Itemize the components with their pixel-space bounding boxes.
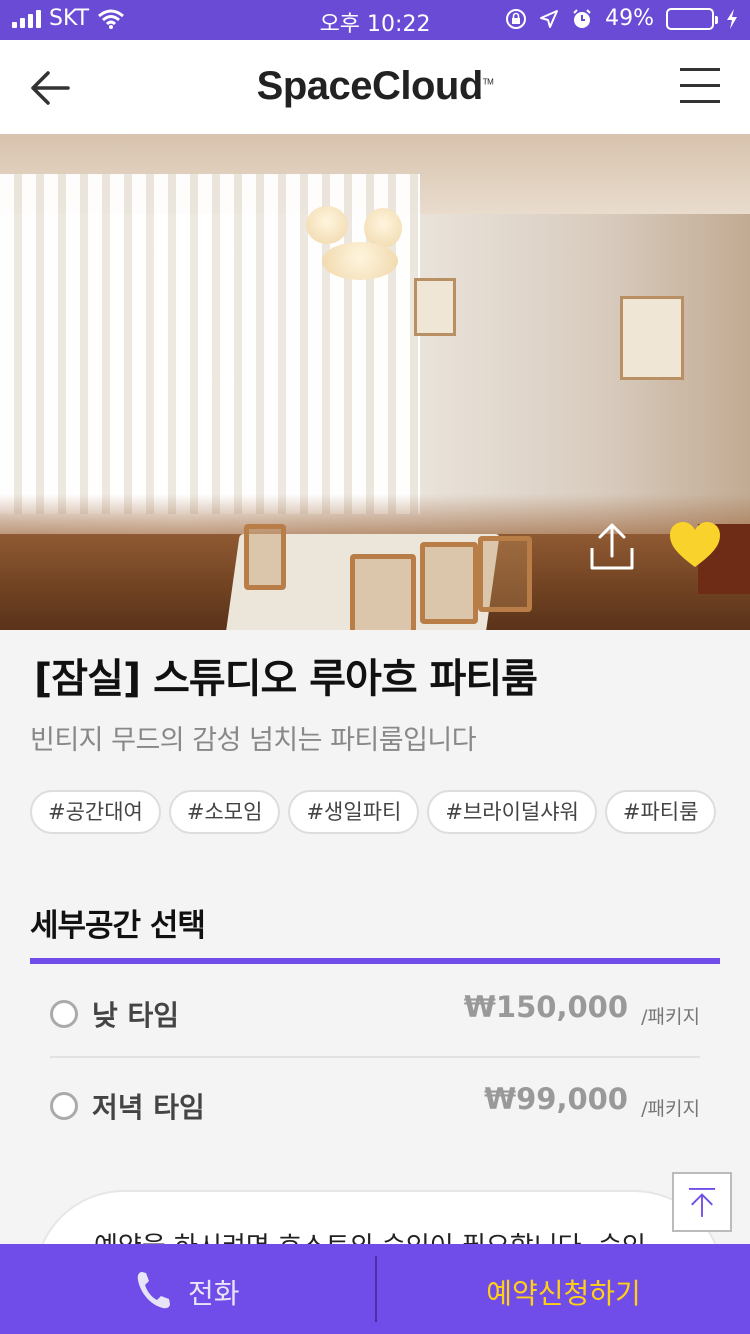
battery-icon — [666, 7, 718, 30]
section-title: 세부공간 선택 — [30, 908, 206, 944]
reserve-button[interactable]: 예약신청하기 — [377, 1244, 750, 1334]
section-divider — [30, 958, 720, 964]
app-header: SpaceCloudTM — [0, 40, 750, 134]
option-price: ₩150,000 — [463, 990, 628, 1024]
bottom-action-bar: 전화 예약신청하기 — [0, 1244, 750, 1334]
space-subtitle: 빈티지 무드의 감성 넘치는 파티룸입니다 — [30, 725, 477, 756]
phone-icon — [137, 1272, 170, 1309]
space-title: [잠실] 스튜디오 루아흐 파티룸 — [34, 656, 538, 702]
status-right: 49% — [505, 6, 738, 31]
option-day-time[interactable]: 낮 타임 ₩150,000 /패키지 — [50, 966, 700, 1056]
share-icon[interactable] — [588, 522, 636, 572]
logo-text: SpaceCloud — [256, 64, 484, 108]
alarm-icon — [573, 8, 591, 28]
radio-button[interactable] — [50, 1000, 78, 1028]
option-name: 낮 타임 — [92, 999, 180, 1032]
option-unit: /패키지 — [641, 1098, 700, 1120]
tag-chip[interactable]: #브라이덜샤워 — [427, 790, 597, 834]
reserve-label: 예약신청하기 — [486, 1277, 641, 1310]
option-evening-time[interactable]: 저녁 타임 ₩99,000 /패키지 — [50, 1058, 700, 1148]
option-unit: /패키지 — [641, 1006, 700, 1028]
radio-button[interactable] — [50, 1092, 78, 1120]
tag-list: #공간대여 #소모임 #생일파티 #브라이덜샤워 #파티룸 — [30, 790, 717, 834]
logo-trademark: TM — [482, 77, 494, 87]
hamburger-menu-icon[interactable] — [680, 68, 720, 104]
option-name: 저녁 타임 — [92, 1091, 205, 1124]
battery-percent: 49% — [605, 6, 654, 31]
tag-chip[interactable]: #공간대여 — [30, 790, 161, 834]
status-bar: SKT 오후 10:22 49% — [0, 0, 750, 40]
charging-icon — [727, 8, 737, 29]
location-icon — [540, 9, 559, 28]
heart-icon[interactable] — [668, 520, 722, 570]
tag-chip[interactable]: #파티룸 — [604, 790, 717, 834]
spacecloud-logo[interactable]: SpaceCloudTM — [0, 64, 750, 109]
call-label: 전화 — [188, 1277, 240, 1310]
tag-chip[interactable]: #소모임 — [168, 790, 281, 834]
orientation-lock-icon — [506, 8, 527, 29]
scroll-top-icon[interactable] — [672, 1172, 732, 1232]
space-photo[interactable] — [0, 134, 750, 630]
call-button[interactable]: 전화 — [0, 1244, 375, 1334]
tag-chip[interactable]: #생일파티 — [288, 790, 420, 834]
option-price: ₩99,000 — [484, 1082, 628, 1116]
